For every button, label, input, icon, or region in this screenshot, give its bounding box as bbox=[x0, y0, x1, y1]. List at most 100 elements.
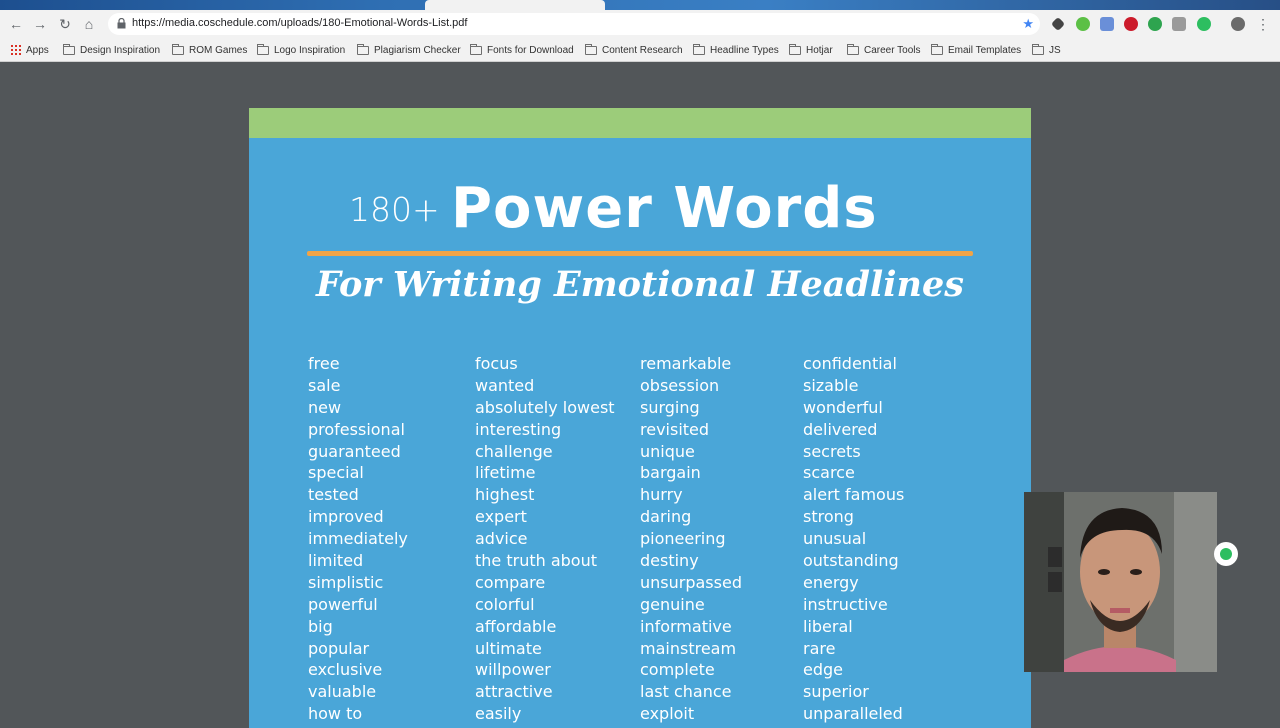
word-item: simplistic bbox=[308, 572, 384, 592]
green-circle-extension-icon[interactable] bbox=[1148, 17, 1162, 31]
word-item: unique bbox=[640, 441, 695, 461]
folder-icon bbox=[257, 43, 269, 55]
word-column-3: remarkable obsession surging revisited u… bbox=[640, 354, 742, 726]
pen-extension-icon[interactable] bbox=[1050, 16, 1066, 32]
word-item: pioneering bbox=[640, 529, 726, 549]
word-item: destiny bbox=[640, 551, 699, 571]
reload-button[interactable]: ↻ bbox=[57, 16, 73, 32]
word-item: interesting bbox=[475, 419, 562, 439]
word-item: wonderful bbox=[803, 397, 883, 417]
word-count-label: 180+ bbox=[349, 190, 440, 229]
word-item: willpower bbox=[475, 660, 551, 680]
bookmark-content-research[interactable]: Content Research bbox=[585, 42, 683, 58]
folder-icon bbox=[63, 43, 75, 55]
word-item: powerful bbox=[308, 594, 378, 614]
word-item: exploit bbox=[640, 704, 695, 724]
word-item: limited bbox=[308, 551, 364, 571]
folder-icon bbox=[585, 43, 597, 55]
screen-extension-icon[interactable] bbox=[1100, 17, 1114, 31]
word-column-1: free sale new professional guaranteed sp… bbox=[308, 354, 408, 726]
word-item: colorful bbox=[475, 594, 535, 614]
word-item: hurry bbox=[640, 485, 683, 505]
bookmark-label: Design Inspiration bbox=[80, 44, 161, 56]
grammarly-extension-icon[interactable] bbox=[1076, 17, 1090, 31]
bookmark-label: Fonts for Download bbox=[487, 44, 574, 56]
bookmark-career-tools[interactable]: Career Tools bbox=[847, 42, 921, 58]
page-title: Power Words bbox=[451, 176, 878, 241]
word-item: professional bbox=[308, 419, 405, 439]
word-item: easily bbox=[475, 704, 522, 724]
bookmark-label: Career Tools bbox=[864, 44, 921, 56]
lock-icon bbox=[117, 18, 126, 29]
bookmark-label: Plagiarism Checker bbox=[374, 44, 461, 56]
bookmark-label: ROM Games bbox=[189, 44, 248, 56]
opera-extension-icon[interactable] bbox=[1124, 17, 1138, 31]
word-item: mainstream bbox=[640, 638, 737, 658]
forward-button[interactable]: → bbox=[32, 16, 48, 32]
bookmarks-bar: Apps Design Inspiration ROM Games Logo I… bbox=[0, 38, 1280, 62]
word-item: popular bbox=[308, 638, 370, 658]
word-item: the truth about bbox=[475, 551, 597, 571]
page-header-band bbox=[249, 108, 1031, 138]
word-item: compare bbox=[475, 572, 546, 592]
bookmark-design-inspiration[interactable]: Design Inspiration bbox=[63, 42, 160, 58]
word-item: obsession bbox=[640, 375, 720, 395]
word-item: attractive bbox=[475, 682, 553, 702]
bookmark-star-icon[interactable]: ★ bbox=[1022, 16, 1034, 32]
word-item: confidential bbox=[803, 354, 897, 373]
profile-avatar-icon[interactable] bbox=[1231, 17, 1245, 31]
word-item: superior bbox=[803, 682, 869, 702]
webcam-person-image bbox=[1024, 492, 1217, 672]
word-item: immediately bbox=[308, 529, 408, 549]
word-item: bargain bbox=[640, 463, 701, 483]
bookmark-fonts-for-download[interactable]: Fonts for Download bbox=[470, 42, 574, 58]
word-item: scarce bbox=[803, 463, 855, 483]
browser-menu-button[interactable]: ⋮ bbox=[1255, 16, 1271, 32]
pdf-page: 180+ Power Words For Writing Emotional H… bbox=[249, 108, 1031, 728]
bookmark-headline-types[interactable]: Headline Types bbox=[693, 42, 779, 58]
word-item: revisited bbox=[640, 419, 710, 439]
word-item: advice bbox=[475, 529, 528, 549]
word-item: unparalleled bbox=[803, 704, 903, 724]
bookmark-plagiarism-checker[interactable]: Plagiarism Checker bbox=[357, 42, 461, 58]
bookmark-label: Email Templates bbox=[948, 44, 1022, 56]
word-item: improved bbox=[308, 507, 384, 527]
evernote-extension-icon[interactable] bbox=[1197, 17, 1211, 31]
bookmark-label: Apps bbox=[26, 44, 49, 56]
home-button[interactable]: ⌂ bbox=[81, 16, 97, 32]
word-item: how to bbox=[308, 704, 363, 724]
word-item: unusual bbox=[803, 529, 867, 549]
bookmark-js[interactable]: JS bbox=[1032, 42, 1061, 58]
word-item: lifetime bbox=[475, 463, 536, 483]
back-button[interactable]: ← bbox=[8, 16, 24, 32]
bookmark-apps[interactable]: Apps bbox=[11, 42, 49, 58]
word-item: ultimate bbox=[475, 638, 542, 658]
word-column-2: focus wanted absolutely lowest interesti… bbox=[475, 354, 615, 726]
word-item: new bbox=[308, 397, 342, 417]
word-item: last chance bbox=[640, 682, 732, 702]
evernote-floating-icon[interactable] bbox=[1214, 542, 1238, 566]
webcam-overlay bbox=[1024, 492, 1217, 672]
folder-icon bbox=[470, 43, 482, 55]
word-column-4: confidential sizable wonderful delivered… bbox=[803, 354, 904, 726]
word-item: sale bbox=[308, 375, 341, 395]
word-item: affordable bbox=[475, 616, 557, 636]
word-item: remarkable bbox=[640, 354, 732, 373]
bookmark-email-templates[interactable]: Email Templates bbox=[931, 42, 1021, 58]
title-divider bbox=[307, 251, 973, 256]
word-item: energy bbox=[803, 572, 859, 592]
bookmark-logo-inspiration[interactable]: Logo Inspiration bbox=[257, 42, 345, 58]
word-item: alert famous bbox=[803, 485, 905, 505]
bookmark-rom-games[interactable]: ROM Games bbox=[172, 42, 247, 58]
address-bar[interactable]: https://media.coschedule.com/uploads/180… bbox=[108, 13, 1040, 35]
bookmark-hotjar[interactable]: Hotjar bbox=[789, 42, 833, 58]
word-item: valuable bbox=[308, 682, 377, 702]
code-extension-icon[interactable] bbox=[1172, 17, 1186, 31]
folder-icon bbox=[357, 43, 369, 55]
bookmark-label: Hotjar bbox=[806, 44, 833, 56]
word-item: informative bbox=[640, 616, 732, 636]
word-item: liberal bbox=[803, 616, 853, 636]
tab-active[interactable] bbox=[425, 0, 605, 10]
folder-icon bbox=[693, 43, 705, 55]
word-item: delivered bbox=[803, 419, 878, 439]
